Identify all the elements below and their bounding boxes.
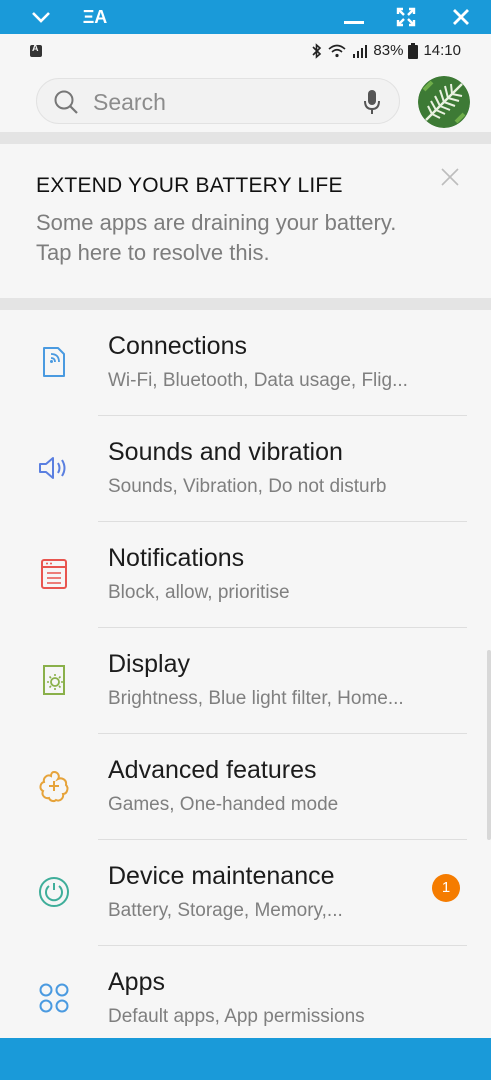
- device-maintenance-icon: [39, 877, 69, 907]
- search-icon: [54, 90, 78, 114]
- microphone-icon[interactable]: [363, 89, 381, 115]
- fullscreen-icon[interactable]: [392, 0, 420, 34]
- status-bar: 83% 14:10: [0, 34, 491, 70]
- item-subtitle: Wi-Fi, Bluetooth, Data usage, Flig...: [108, 370, 408, 391]
- display-icon: [43, 665, 65, 695]
- item-title: Apps: [108, 968, 165, 996]
- settings-item-display[interactable]: Display Brightness, Blue light filter, H…: [0, 628, 491, 734]
- settings-item-connections[interactable]: Connections Wi-Fi, Bluetooth, Data usage…: [0, 310, 491, 416]
- item-title: Device maintenance: [108, 862, 335, 890]
- notification-badge: 1: [432, 874, 460, 902]
- item-title: Advanced features: [108, 756, 317, 784]
- item-title: Connections: [108, 332, 247, 360]
- item-subtitle: Battery, Storage, Memory,...: [108, 900, 343, 921]
- card-title: EXTEND YOUR BATTERY LIFE: [36, 174, 343, 197]
- avatar[interactable]: [418, 76, 470, 128]
- clock: 14:10: [423, 42, 461, 59]
- battery-tip-card[interactable]: EXTEND YOUR BATTERY LIFE Some apps are d…: [0, 144, 491, 298]
- close-icon[interactable]: [439, 166, 461, 188]
- item-title: Display: [108, 650, 190, 678]
- window-top-bar: ΞA: [0, 0, 491, 34]
- settings-item-notifications[interactable]: Notifications Block, allow, prioritise: [0, 522, 491, 628]
- settings-item-device-maintenance[interactable]: Device maintenance Battery, Storage, Mem…: [0, 840, 491, 946]
- connections-icon: [43, 347, 65, 377]
- section-divider: [0, 132, 491, 144]
- window-bottom-bar: [0, 1038, 491, 1080]
- sound-icon: [39, 457, 66, 479]
- bluetooth-icon: [312, 42, 322, 59]
- card-body: Some apps are draining your battery. Tap…: [36, 210, 397, 265]
- battery-icon: [408, 42, 419, 59]
- settings-item-sounds[interactable]: Sounds and vibration Sounds, Vibration, …: [0, 416, 491, 522]
- search-bar[interactable]: [36, 78, 400, 124]
- item-subtitle: Games, One-handed mode: [108, 794, 339, 815]
- item-subtitle: Sounds, Vibration, Do not disturb: [108, 476, 387, 497]
- chevron-down-icon[interactable]: [28, 0, 54, 34]
- battery-percent: 83%: [373, 42, 404, 59]
- search-input[interactable]: [91, 87, 335, 117]
- notification-app-icon: [30, 43, 42, 57]
- signal-icon: [353, 44, 368, 58]
- item-title: Sounds and vibration: [108, 438, 343, 466]
- section-divider: [0, 298, 491, 310]
- item-subtitle: Default apps, App permissions: [108, 1006, 365, 1027]
- app-label: ΞA: [82, 6, 108, 27]
- wifi-icon: [328, 44, 346, 57]
- item-subtitle: Block, allow, prioritise: [108, 582, 290, 603]
- scrollbar[interactable]: [487, 650, 491, 840]
- item-subtitle: Brightness, Blue light filter, Home...: [108, 688, 404, 709]
- minimize-icon[interactable]: [340, 0, 368, 34]
- apps-icon: [39, 983, 69, 1013]
- item-title: Notifications: [108, 544, 245, 572]
- close-window-icon[interactable]: [448, 0, 474, 34]
- settings-item-advanced-features[interactable]: Advanced features Games, One-handed mode: [0, 734, 491, 840]
- advanced-features-icon: [39, 770, 69, 803]
- settings-item-apps[interactable]: Apps Default apps, App permissions: [0, 946, 491, 1052]
- notifications-icon: [41, 559, 67, 589]
